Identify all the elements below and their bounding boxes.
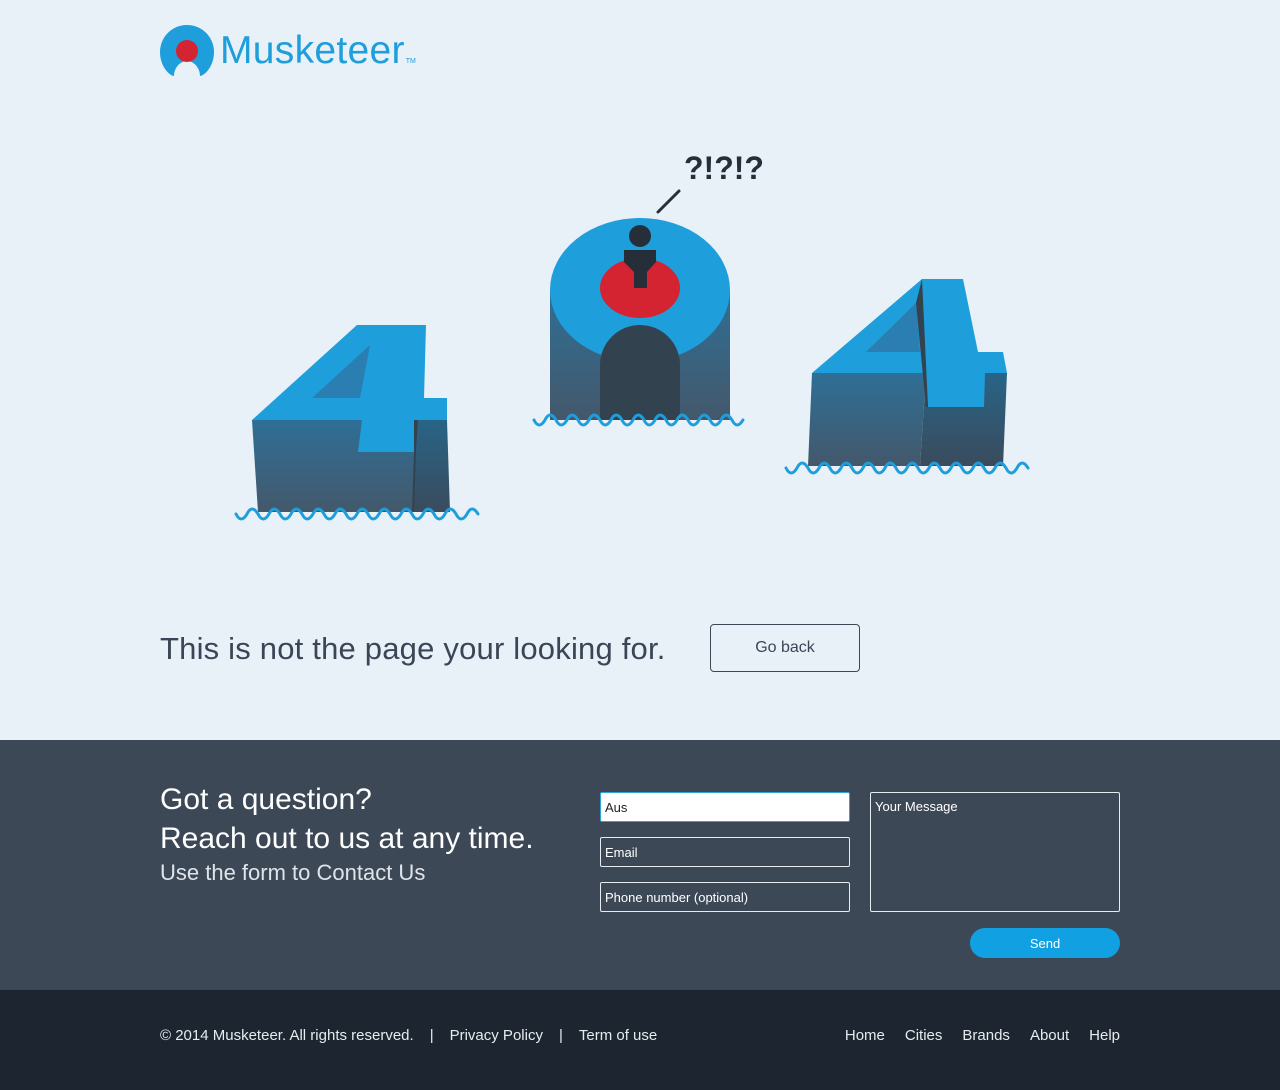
four-digit-right — [808, 279, 1007, 466]
footer-nav-cities[interactable]: Cities — [905, 1027, 943, 1044]
privacy-policy-link[interactable]: Privacy Policy — [450, 1027, 543, 1044]
terms-of-use-link[interactable]: Term of use — [579, 1027, 657, 1044]
footer-nav-help[interactable]: Help — [1089, 1027, 1120, 1044]
footer-separator: | — [558, 1027, 563, 1044]
footer-legal: © 2014 Musketeer. All rights reserved. |… — [160, 1027, 657, 1044]
error-message: This is not the page your looking for. — [160, 631, 666, 666]
footer-nav-home[interactable]: Home — [845, 1027, 885, 1044]
contact-section: Got a question? Reach out to us at any t… — [0, 740, 1280, 990]
zero-with-person: ?!?!? — [550, 150, 764, 420]
footer-separator: | — [429, 1027, 434, 1044]
copyright-text: © 2014 Musketeer. All rights reserved. — [160, 1027, 414, 1044]
footer-nav-about[interactable]: About — [1030, 1027, 1069, 1044]
contact-heading-line1: Got a question? — [160, 783, 372, 816]
email-field[interactable] — [600, 837, 850, 867]
footer: © 2014 Musketeer. All rights reserved. |… — [0, 990, 1280, 1090]
speech-bubble-text: ?!?!? — [684, 150, 764, 186]
footer-nav-brands[interactable]: Brands — [962, 1027, 1010, 1044]
message-field[interactable] — [870, 792, 1120, 912]
footer-nav: Home Cities Brands About Help — [825, 1027, 1120, 1044]
404-illustration: ?!?!? — [234, 150, 1030, 521]
four-digit-left — [252, 325, 450, 512]
contact-subheading: Use the form to Contact Us — [160, 860, 426, 885]
contact-heading-line2: Reach out to us at any time. — [160, 822, 534, 855]
phone-field[interactable] — [600, 882, 850, 912]
go-back-button[interactable]: Go back — [710, 624, 860, 672]
send-button[interactable]: Send — [970, 928, 1120, 958]
name-field[interactable] — [600, 792, 850, 822]
